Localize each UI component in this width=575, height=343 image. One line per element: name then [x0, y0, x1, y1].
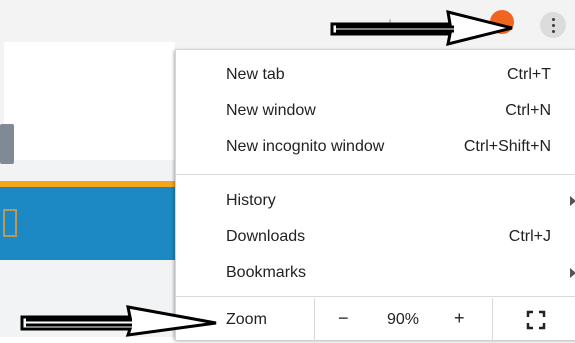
menu-item-label: History: [226, 192, 276, 209]
page-banner: [0, 187, 175, 260]
menu-separator: [176, 296, 575, 297]
arrow-annotation-icon: [330, 9, 513, 47]
menu-item-new-window[interactable]: New window Ctrl+N: [176, 94, 575, 130]
menu-item-label: Downloads: [226, 228, 306, 245]
menu-item-downloads[interactable]: Downloads Ctrl+J: [176, 220, 575, 256]
fullscreen-icon[interactable]: [526, 310, 546, 330]
zoom-divider: [492, 298, 493, 343]
submenu-arrow-icon: [570, 196, 575, 206]
more-menu-icon-dot: [551, 29, 555, 33]
more-menu-button[interactable]: [540, 12, 566, 38]
menu-item-shortcut: Ctrl+T: [507, 66, 551, 83]
menu-item-shortcut: Ctrl+Shift+N: [463, 138, 551, 155]
arrow-annotation-icon: [20, 305, 217, 337]
menu-item-label: New tab: [226, 66, 285, 83]
menu-item-history[interactable]: History: [176, 184, 575, 220]
browser-menu: New tab Ctrl+T New window Ctrl+N New inc…: [175, 50, 575, 343]
zoom-divider: [314, 298, 315, 343]
menu-item-new-tab[interactable]: New tab Ctrl+T: [176, 58, 575, 94]
zoom-level: 90%: [387, 311, 420, 328]
more-menu-icon-dot: [551, 23, 555, 27]
menu-item-shortcut: Ctrl+J: [508, 228, 551, 245]
more-menu-icon-dot: [551, 17, 555, 21]
zoom-row: Zoom − 90% +: [176, 298, 575, 343]
page-button-fragment: [0, 124, 14, 164]
menu-item-label: New window: [226, 102, 316, 119]
zoom-label: Zoom: [226, 311, 267, 328]
submenu-arrow-icon: [570, 268, 575, 278]
zoom-out-button[interactable]: −: [338, 308, 349, 329]
menu-item-shortcut: Ctrl+N: [505, 102, 551, 119]
menu-item-new-incognito-window[interactable]: New incognito window Ctrl+Shift+N: [176, 130, 575, 166]
menu-item-label: New incognito window: [226, 138, 385, 155]
menu-separator: [176, 174, 575, 175]
menu-item-label: Bookmarks: [226, 264, 307, 281]
zoom-in-button[interactable]: +: [454, 308, 465, 329]
menu-item-bookmarks[interactable]: Bookmarks: [176, 256, 575, 292]
page-card: [4, 42, 175, 160]
page-banner-box: [3, 209, 17, 237]
